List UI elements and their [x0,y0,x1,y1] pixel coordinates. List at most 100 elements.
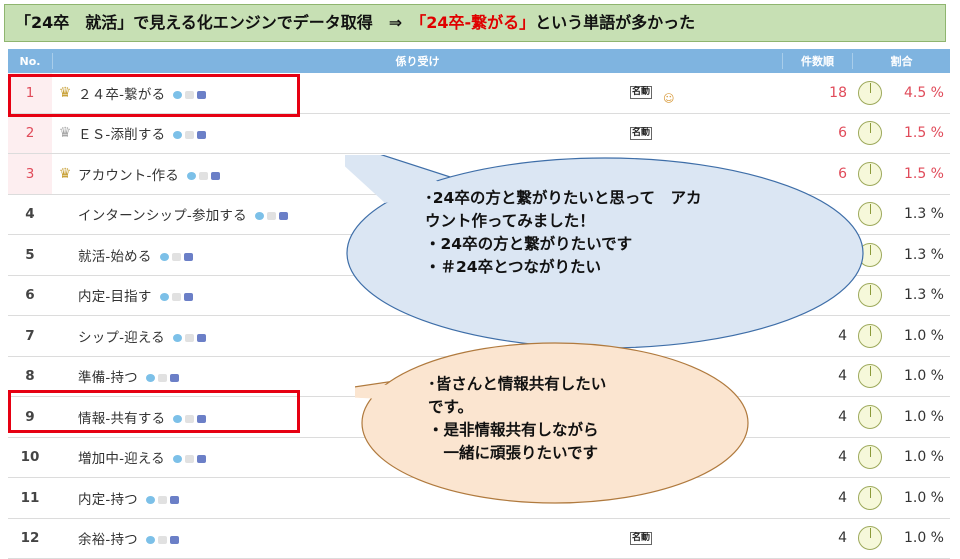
comment-icon[interactable] [146,496,155,504]
chart-icon[interactable] [197,455,206,463]
callout2-line3: ・是非情報共有しながら [428,419,606,442]
dependency-word-link[interactable]: 準備-持つ [78,370,138,386]
ratio-percent: 1.3 % [894,247,944,263]
word-cell: 内定-目指す [78,285,193,305]
chart-icon[interactable] [197,334,206,342]
document-icon[interactable] [267,212,276,220]
banner-text-1: 「24卒 就活」で見える化エンジンでデータ取得 ⇒ [15,13,418,32]
header-count[interactable]: 件数順 [782,53,852,69]
chart-icon[interactable] [184,253,193,261]
comment-icon[interactable] [173,131,182,139]
word-cell: 余裕-持つ [78,528,179,548]
count-value: 4 [783,409,847,425]
document-icon[interactable] [172,253,181,261]
rank-number: 2 [8,125,52,141]
count-value: 6 [783,125,847,141]
dependency-word-link[interactable]: アカウント-作る [78,168,179,184]
crown-icon: ♛ [52,166,78,182]
callout1-line1: ･24卒の方と繋がりたいと思って アカ [425,187,702,210]
comment-icon[interactable] [173,455,182,463]
dependency-word-link[interactable]: 内定-持つ [78,492,138,508]
pos-tag: 名動 [630,532,652,545]
row-action-icons [146,536,179,544]
callout1-line2: ウント作ってみました！ [425,210,702,233]
table-row[interactable]: 12余裕-持つ名動41.0 % [8,519,950,559]
chart-icon[interactable] [197,131,206,139]
dependency-word-link[interactable]: 内定-目指す [78,289,152,305]
ratio-pie-icon [858,405,882,429]
banner-highlight: 「24卒-繋がる」 [418,13,535,32]
dependency-word-link[interactable]: シップ-迎える [78,330,165,346]
ratio-percent: 1.0 % [894,328,944,344]
word-cell: インターンシップ-参加する [78,204,288,224]
header-word[interactable]: 係り受け [52,53,782,69]
callout2-line1: ･皆さんと情報共有したい [428,373,606,396]
banner-text-2: という単語が多かった [535,13,695,32]
ratio-percent: 1.3 % [894,206,944,222]
ratio-pie-icon [858,364,882,388]
row-action-icons [146,374,179,382]
document-icon[interactable] [185,334,194,342]
document-icon[interactable] [172,293,181,301]
ratio-pie-icon [858,445,882,469]
rank-number: 5 [8,247,52,263]
header-no[interactable]: No. [8,55,52,68]
callout1-text: ･24卒の方と繋がりたいと思って アカ ウント作ってみました！ ・24卒の方と繋… [425,187,702,279]
rank-number: 3 [8,166,52,182]
comment-icon[interactable] [160,293,169,301]
callout1-line4: ・＃24卒とつながりたい [425,256,702,279]
chart-icon[interactable] [170,374,179,382]
ratio-pie-icon [858,486,882,510]
chart-icon[interactable] [170,536,179,544]
slide-title-banner: 「24卒 就活」で見える化エンジンでデータ取得 ⇒ 「24卒-繋がる」という単語… [4,4,946,42]
dependency-word-link[interactable]: 増加中-迎える [78,451,165,467]
row-action-icons [187,172,220,180]
chart-icon[interactable] [279,212,288,220]
callout2-line2: です。 [428,396,606,419]
ratio-percent: 1.0 % [894,409,944,425]
row-action-icons [173,455,206,463]
ratio-percent: 1.0 % [894,490,944,506]
ratio-percent: 1.0 % [894,449,944,465]
comment-icon[interactable] [187,172,196,180]
comment-icon[interactable] [146,536,155,544]
row-action-icons [146,496,179,504]
comment-icon[interactable] [255,212,264,220]
word-cell: 準備-持つ [78,366,179,386]
comment-icon[interactable] [173,334,182,342]
rank-number: 12 [8,530,52,546]
row-action-icons [160,293,193,301]
dependency-word-link[interactable]: ＥＳ-添削する [78,127,165,143]
ratio-percent: 1.5 % [894,166,944,182]
document-icon[interactable] [158,374,167,382]
chart-icon[interactable] [170,496,179,504]
header-ratio[interactable]: 割合 [852,53,950,69]
count-value: 4 [783,530,847,546]
highlight-box-row-9 [8,390,300,433]
rank-number: 4 [8,206,52,222]
dependency-word-link[interactable]: 就活-始める [78,249,152,265]
chart-icon[interactable] [211,172,220,180]
document-icon[interactable] [199,172,208,180]
callout2-line4: 一緒に頑張りたいです [428,442,606,465]
table-row[interactable]: 2♛ＥＳ-添削する名動61.5 % [8,114,950,155]
document-icon[interactable] [185,131,194,139]
rank-number: 7 [8,328,52,344]
rank-number: 6 [8,287,52,303]
word-cell: 就活-始める [78,245,193,265]
dependency-word-link[interactable]: インターンシップ-参加する [78,208,247,224]
callout2-text: ･皆さんと情報共有したい です。 ・是非情報共有しながら 一緒に頑張りたいです [428,373,606,465]
ratio-pie-icon [858,81,882,105]
rank-number: 10 [8,449,52,465]
comment-icon[interactable] [160,253,169,261]
chart-icon[interactable] [184,293,193,301]
document-icon[interactable] [185,455,194,463]
pos-tag: 名動 [630,86,652,99]
highlight-box-row-1 [8,74,300,117]
document-icon[interactable] [158,536,167,544]
dependency-word-link[interactable]: 余裕-持つ [78,532,138,548]
word-cell: シップ-迎える [78,326,206,346]
ratio-pie-icon [858,121,882,145]
comment-icon[interactable] [146,374,155,382]
document-icon[interactable] [158,496,167,504]
